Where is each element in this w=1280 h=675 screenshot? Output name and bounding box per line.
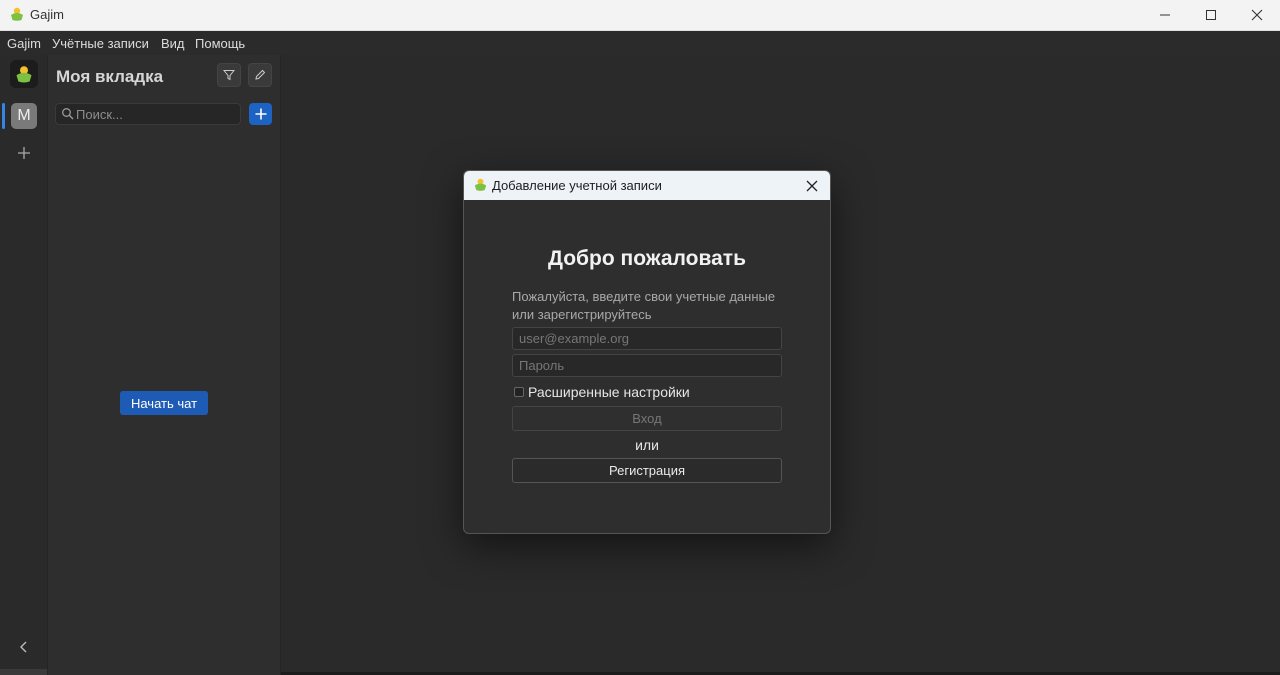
dialog-title: Добавление учетной записи (492, 178, 662, 193)
welcome-heading: Добро пожаловать (548, 247, 746, 270)
window-title: Gajim (30, 7, 64, 22)
start-chat-button[interactable]: Начать чат (120, 391, 208, 415)
filter-button[interactable] (217, 63, 241, 87)
login-button[interactable]: Вход (512, 406, 782, 431)
dialog-titlebar: Добавление учетной записи (464, 171, 830, 200)
search-field[interactable] (55, 103, 241, 125)
window-titlebar: Gajim (0, 0, 1280, 31)
minimize-icon (1160, 14, 1170, 16)
instructions-text: Пожалуйста, введите свои учетные данные … (512, 289, 776, 322)
maximize-icon (1206, 10, 1216, 20)
search-input[interactable] (76, 105, 236, 123)
chevron-left-icon (20, 641, 27, 653)
workspace-avatar[interactable]: M (11, 103, 37, 129)
add-account-dialog: Добавление учетной записи Добро пожалова… (463, 170, 831, 534)
advanced-settings-checkbox[interactable] (514, 387, 524, 397)
close-icon (806, 180, 818, 192)
chat-list-panel: Моя вкладка Начать чат (48, 55, 281, 675)
plus-icon (18, 147, 30, 159)
menu-view[interactable]: Вид (161, 36, 185, 51)
search-icon (62, 108, 74, 120)
or-separator: или (635, 437, 659, 453)
menu-help[interactable]: Помощь (195, 36, 245, 51)
advanced-settings-label[interactable]: Расширенные настройки (528, 384, 690, 400)
pencil-icon (255, 69, 266, 80)
filter-icon (223, 70, 235, 81)
jid-field[interactable] (512, 327, 782, 350)
jid-input[interactable] (513, 328, 781, 349)
menu-accounts[interactable]: Учётные записи (52, 36, 149, 51)
workspace-title: Моя вкладка (56, 67, 164, 86)
menu-gajim[interactable]: Gajim (7, 36, 41, 51)
app-logo-button[interactable] (10, 60, 38, 88)
workspace-rail: M (0, 55, 48, 675)
add-workspace-button[interactable] (12, 141, 36, 165)
new-chat-button[interactable] (249, 103, 272, 125)
maximize-button[interactable] (1188, 0, 1234, 30)
password-input[interactable] (513, 355, 781, 376)
register-button[interactable]: Регистрация (512, 458, 782, 483)
password-field[interactable] (512, 354, 782, 377)
close-icon (1251, 9, 1263, 21)
plus-icon (255, 108, 266, 120)
menu-bar: Gajim Учётные записи Вид Помощь (0, 31, 1280, 55)
close-window-button[interactable] (1234, 0, 1280, 30)
gajim-logo-icon (16, 66, 32, 83)
rail-bottom-strip (0, 669, 47, 675)
gajim-logo-icon (474, 178, 487, 191)
selected-indicator (2, 103, 5, 129)
edit-workspace-button[interactable] (248, 63, 272, 87)
gajim-logo-icon (11, 7, 23, 21)
dialog-close-button[interactable] (802, 176, 822, 196)
minimize-button[interactable] (1142, 0, 1188, 30)
collapse-sidebar-button[interactable] (14, 637, 34, 657)
